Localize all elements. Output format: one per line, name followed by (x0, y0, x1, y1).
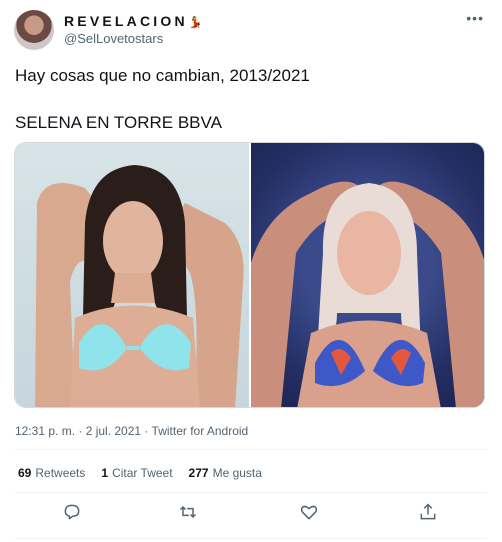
tweet-stats: 69 Retweets 1 Citar Tweet 277 Me gusta (18, 466, 262, 480)
photo-right[interactable] (251, 143, 484, 407)
photo-left[interactable] (15, 143, 249, 407)
tweet: REVELACION💃 @SelLovetostars ••• Hay cosa… (0, 0, 502, 542)
share-button[interactable] (418, 502, 438, 522)
divider (15, 449, 487, 450)
more-button[interactable]: ••• (466, 10, 484, 26)
dancer-emoji: 💃 (188, 17, 203, 29)
retweets-label: Retweets (35, 466, 86, 480)
avatar[interactable] (14, 10, 54, 50)
author-display-name[interactable]: REVELACION💃 (64, 13, 203, 29)
display-name-text: REVELACION (64, 13, 188, 29)
like-button[interactable] (299, 502, 319, 522)
media-grid (14, 142, 485, 408)
tweet-text-line-1: Hay cosas que no cambian, 2013/2021 (15, 66, 310, 85)
quotes-count: 1 (101, 466, 109, 480)
reply-icon (64, 504, 80, 520)
retweet-icon (179, 505, 197, 519)
tweet-text-line-2: SELENA EN TORRE BBVA (15, 113, 222, 132)
heart-icon (300, 505, 318, 520)
likes-stat[interactable]: 277 Me gusta (189, 466, 262, 480)
photo-right-illustration (251, 181, 484, 407)
photo-left-illustration (35, 165, 244, 407)
likes-label: Me gusta (212, 466, 262, 480)
retweet-button[interactable] (178, 502, 198, 522)
divider (15, 492, 487, 493)
likes-count: 277 (188, 466, 209, 480)
tweet-timestamp[interactable]: 12:31 p. m. · 2 jul. 2021 · Twitter for … (15, 424, 248, 438)
share-icon (420, 503, 436, 520)
author-handle[interactable]: @SelLovetostars (64, 31, 163, 46)
tweet-actions (0, 502, 502, 526)
divider (15, 538, 487, 539)
more-icon: ••• (466, 10, 484, 26)
retweets-count: 69 (18, 466, 32, 480)
quotes-stat[interactable]: 1 Citar Tweet (101, 466, 172, 480)
quotes-label: Citar Tweet (112, 466, 173, 480)
reply-button[interactable] (62, 502, 82, 522)
retweets-stat[interactable]: 69 Retweets (18, 466, 85, 480)
